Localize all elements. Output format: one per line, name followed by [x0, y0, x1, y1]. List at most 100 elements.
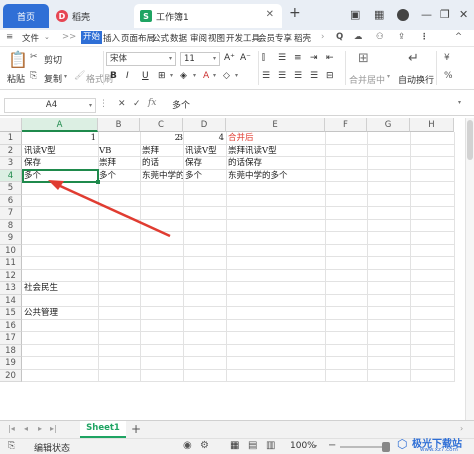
formula-input[interactable]: 多个: [172, 98, 190, 111]
menu-page-layout[interactable]: 页面布局: [121, 32, 155, 44]
sheet-scroll-right-icon[interactable]: ›: [460, 424, 463, 433]
first-sheet-icon[interactable]: |◂: [8, 424, 15, 433]
minimize-icon[interactable]: —: [421, 8, 432, 21]
font-name-select[interactable]: 宋体 ▾: [106, 52, 176, 66]
cut-button[interactable]: 剪切: [44, 53, 62, 66]
italic-button[interactable]: I: [126, 71, 129, 81]
name-box[interactable]: A4 ▾: [4, 98, 96, 113]
menu-view[interactable]: 视图: [208, 32, 225, 44]
layout-icon[interactable]: ▣: [350, 8, 360, 21]
share-icon[interactable]: ⇪: [398, 32, 405, 42]
chevron-down-icon[interactable]: ▾: [193, 72, 196, 79]
last-sheet-icon[interactable]: ▸|: [50, 424, 57, 433]
normal-view-icon[interactable]: ▦: [230, 440, 239, 451]
hamburger-icon[interactable]: ≡: [6, 32, 13, 42]
align-center-icon[interactable]: ☰: [278, 71, 286, 81]
more-right-icon[interactable]: ›: [321, 32, 324, 42]
merge-center-button[interactable]: 合并居中: [349, 73, 385, 86]
cut-icon[interactable]: ✂: [30, 52, 38, 62]
zoom-level[interactable]: 100%: [290, 441, 316, 451]
search-icon[interactable]: Q: [336, 32, 343, 42]
menu-formula[interactable]: 公式: [152, 32, 169, 44]
expand-formula-icon[interactable]: ▾: [458, 99, 461, 106]
distribute-icon[interactable]: ⊟: [326, 71, 334, 81]
menu-developer[interactable]: 开发工具: [226, 32, 260, 44]
copy-dropdown-icon[interactable]: ▾: [64, 73, 67, 80]
paste-button[interactable]: 粘贴: [7, 72, 25, 85]
tab-workbook-label: 工作簿1: [156, 12, 189, 23]
copy-icon[interactable]: ⎘: [30, 71, 37, 81]
more-left-icon[interactable]: >>: [62, 32, 76, 42]
close-tab-icon[interactable]: ✕: [266, 9, 274, 20]
more-icon[interactable]: ⋮: [99, 99, 108, 109]
menu-docer[interactable]: 稻壳: [294, 32, 318, 44]
indent-icon[interactable]: ⇥: [310, 53, 318, 63]
zoom-slider-thumb[interactable]: [382, 442, 390, 452]
page-break-view-icon[interactable]: ▥: [266, 440, 275, 451]
collaboration-icon[interactable]: ⚇: [376, 32, 384, 42]
outdent-icon[interactable]: ⇤: [326, 53, 334, 63]
vertical-scrollbar[interactable]: [465, 118, 474, 420]
prev-sheet-icon[interactable]: ◂: [24, 424, 28, 433]
more-options-icon[interactable]: ⋮: [420, 32, 429, 42]
menu-home[interactable]: 开始: [81, 31, 103, 44]
border-icon[interactable]: ⊞: [158, 71, 166, 81]
menu-review[interactable]: 审阅: [190, 32, 207, 44]
chevron-down-icon[interactable]: ▾: [170, 72, 173, 79]
confirm-icon[interactable]: ✓: [133, 99, 141, 109]
decrease-font-icon[interactable]: A⁻: [240, 53, 251, 63]
settings-icon[interactable]: ⚙: [200, 440, 209, 451]
macro-record-icon[interactable]: ⎘: [8, 441, 15, 451]
collapse-ribbon-icon[interactable]: ^: [455, 32, 462, 42]
chevron-down-icon[interactable]: ▾: [314, 443, 317, 450]
zoom-out-button[interactable]: −: [328, 440, 336, 451]
number-format-icon[interactable]: ¥: [444, 53, 450, 63]
cloud-icon[interactable]: ☁: [354, 32, 363, 42]
spreadsheet-grid[interactable]: A B C D E F G H 1 2 3 4 5 6 7 8 9 10 11 12 13 14 15 16 17 18 19 20 …: [0, 118, 465, 419]
merge-center-icon[interactable]: ⊞: [358, 51, 369, 66]
percent-icon[interactable]: %: [444, 71, 453, 81]
format-painter-button[interactable]: 格式刷: [74, 72, 113, 85]
font-size-select[interactable]: 11 ▾: [180, 52, 220, 66]
chevron-down-icon[interactable]: ⌄: [44, 33, 50, 41]
menu-file[interactable]: 文件: [22, 32, 39, 44]
scrollbar-thumb[interactable]: [467, 120, 473, 160]
align-middle-icon[interactable]: ☰: [278, 53, 286, 63]
font-color-icon[interactable]: A: [203, 71, 209, 81]
clear-format-icon[interactable]: ◇: [223, 71, 230, 81]
increase-font-icon[interactable]: A⁺: [224, 53, 235, 63]
cancel-icon[interactable]: ✕: [118, 99, 126, 109]
menu-insert[interactable]: 插入: [103, 32, 120, 44]
fx-icon[interactable]: fx: [148, 98, 156, 108]
fill-color-icon[interactable]: ◈: [180, 71, 187, 81]
tab-docer[interactable]: D 稻壳: [52, 4, 130, 28]
align-top-icon[interactable]: ⫿: [262, 53, 265, 63]
bold-button[interactable]: B: [110, 71, 117, 81]
chevron-down-icon[interactable]: ▾: [387, 73, 390, 80]
maximize-icon[interactable]: ❐: [440, 8, 450, 21]
justify-icon[interactable]: ☰: [310, 71, 318, 81]
align-left-icon[interactable]: ☰: [262, 71, 270, 81]
chevron-down-icon[interactable]: ▾: [235, 72, 238, 79]
grid-icon[interactable]: ▦: [374, 8, 384, 21]
chevron-down-icon[interactable]: ▾: [213, 72, 216, 79]
page-layout-view-icon[interactable]: ▤: [248, 440, 257, 451]
underline-button[interactable]: U: [142, 71, 149, 81]
paste-icon[interactable]: 📋: [8, 50, 28, 69]
new-tab-button[interactable]: +: [289, 5, 301, 21]
close-window-icon[interactable]: ✕: [459, 8, 468, 21]
copy-button[interactable]: 复制: [44, 72, 62, 85]
sheet-tab-sheet1[interactable]: Sheet1: [80, 421, 126, 438]
align-right-icon[interactable]: ☰: [294, 71, 302, 81]
menu-data[interactable]: 数据: [170, 32, 187, 44]
next-sheet-icon[interactable]: ▸: [38, 424, 42, 433]
tab-workbook[interactable]: S 工作簿1 ✕: [134, 4, 282, 28]
add-sheet-button[interactable]: +: [131, 422, 141, 436]
menu-member[interactable]: 会员专享: [258, 32, 292, 44]
avatar[interactable]: [397, 9, 409, 21]
eye-protection-icon[interactable]: ◉: [183, 440, 192, 451]
align-bottom-icon[interactable]: ≡: [294, 53, 302, 63]
wrap-text-icon[interactable]: ↵: [408, 51, 419, 66]
tab-home[interactable]: 首页: [3, 4, 49, 28]
wrap-text-button[interactable]: 自动换行: [398, 73, 434, 86]
